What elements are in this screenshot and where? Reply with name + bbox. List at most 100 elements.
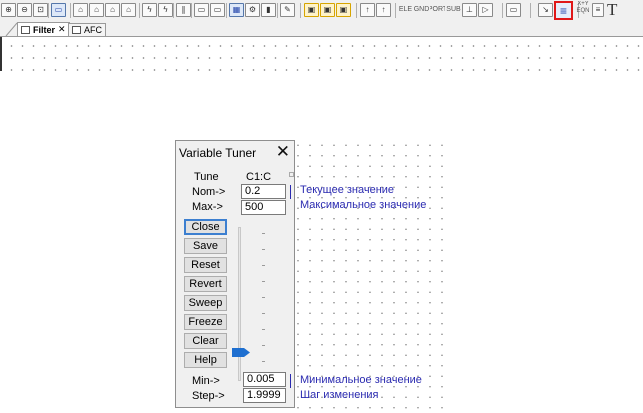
slider-tick	[262, 233, 265, 234]
up-icon[interactable]: ↑	[360, 3, 375, 17]
up-icon-2[interactable]: ↑	[376, 3, 391, 17]
grid-icon[interactable]: ▦	[229, 3, 244, 17]
toolbar-separator	[502, 3, 503, 18]
dialog-title: Variable Tuner	[179, 146, 257, 160]
toolbar-separator	[530, 3, 531, 18]
revert-button[interactable]: Revert	[184, 276, 227, 292]
part-icon[interactable]: ⌂	[73, 3, 88, 17]
step-label: Step->	[192, 390, 225, 402]
tune-icon[interactable]: ✎	[280, 3, 295, 17]
slider-tick	[262, 313, 265, 314]
step-value-field[interactable]: 1.9999	[243, 388, 286, 403]
tune-column-label: Tune	[194, 171, 219, 183]
note-max-value: Максимальное значение	[300, 199, 427, 211]
tuner-slider-thumb[interactable]	[232, 348, 250, 357]
tab-filter[interactable]: Filter ✕	[17, 22, 70, 36]
eqn-label: EQN	[576, 8, 590, 14]
slider-tick	[262, 297, 265, 298]
max-label: Max->	[192, 201, 223, 213]
document-tab-strip: Filter ✕ AFC	[0, 22, 643, 37]
zoom-out-icon[interactable]: ⊖	[17, 3, 32, 17]
measure-icon[interactable]: ▭	[506, 3, 521, 17]
column-grip-icon[interactable]	[289, 172, 294, 177]
nom-label: Nom->	[192, 186, 226, 198]
save-button[interactable]: Save	[184, 238, 227, 254]
toolbar-separator	[300, 3, 301, 18]
note-min-value: Минимальное значение	[300, 374, 422, 386]
schematic-canvas[interactable]	[0, 37, 643, 71]
probe-icon[interactable]: ⊥	[462, 3, 477, 17]
toolbar-separator	[173, 3, 174, 18]
dialog-close-icon[interactable]: ✕	[276, 143, 290, 161]
text-tool-icon[interactable]: T	[607, 1, 617, 19]
min-label: Min->	[192, 375, 220, 387]
tab-corner-decoration	[5, 22, 18, 36]
layout-icon-3[interactable]: ▣	[336, 3, 351, 17]
open-icon[interactable]: ▭	[51, 3, 66, 17]
slider-tick	[262, 265, 265, 266]
slider-tick	[262, 249, 265, 250]
main-toolbar: ⊕⊖⊡▭⌂⌂⌂⌂ϟϟ∥▭▭▦⚙▮✎▣▣▣↑↑ELEGNDPORTSUB⊥▷▭↘X…	[0, 0, 643, 23]
toolbar-separator	[139, 3, 140, 18]
clear-button[interactable]: Clear	[184, 333, 227, 349]
ele-icon[interactable]: ELE	[398, 3, 413, 17]
min-value-field[interactable]: 0.005	[243, 372, 286, 387]
pause-icon[interactable]: ∥	[176, 3, 191, 17]
annotation-bracket	[290, 185, 291, 199]
list-icon[interactable]: ≡	[592, 3, 604, 17]
graph-doc-icon	[72, 26, 81, 34]
layout-icon[interactable]: ▣	[304, 3, 319, 17]
note-current-value: Текущее значение	[300, 184, 395, 196]
slider-tick	[262, 329, 265, 330]
part-icon-2[interactable]: ⌂	[89, 3, 104, 17]
schematic-grid-area[interactable]	[290, 138, 452, 410]
nominal-value-field[interactable]: 0.2	[241, 184, 286, 199]
wire-icon[interactable]: ↘	[538, 3, 553, 17]
variable-name-label: C1:C	[246, 171, 272, 183]
max-value-field[interactable]: 500	[241, 200, 286, 215]
tab-close-icon[interactable]: ✕	[58, 24, 66, 35]
variable-tuner-button[interactable]: ≡	[554, 1, 573, 20]
port-icon[interactable]: PORT	[430, 3, 445, 17]
slider-tick	[262, 361, 265, 362]
toolbar-separator	[277, 3, 278, 18]
close-button[interactable]: Close	[184, 219, 227, 235]
xy-label: X+Y	[577, 1, 589, 7]
part-icon-3[interactable]: ⌂	[105, 3, 120, 17]
equation-icon[interactable]: X+Y EQN	[576, 1, 590, 15]
toolbar-separator	[48, 3, 49, 18]
reset-button[interactable]: Reset	[184, 257, 227, 273]
layout-icon-2[interactable]: ▣	[320, 3, 335, 17]
tab-filter-label: Filter	[33, 24, 56, 35]
window-icon-2[interactable]: ▭	[210, 3, 225, 17]
variable-tuner-dialog: Variable Tuner ✕ Tune C1:C Nom-> 0.2 Max…	[175, 140, 295, 408]
toolbar-separator	[70, 3, 71, 18]
note-step: Шаг изменения	[300, 389, 379, 401]
part-icon-4[interactable]: ⌂	[121, 3, 136, 17]
freeze-button[interactable]: Freeze	[184, 314, 227, 330]
sub-icon[interactable]: SUB	[446, 3, 461, 17]
tab-afc-label: AFC	[84, 25, 102, 35]
tab-afc[interactable]: AFC	[68, 23, 106, 36]
tune-list-icon: ≡	[559, 3, 567, 18]
toolbar-separator	[395, 3, 396, 18]
arrow-icon[interactable]: ▷	[478, 3, 493, 17]
tuner-slider-track[interactable]	[238, 227, 241, 381]
zoom-fit-icon[interactable]: ⊡	[33, 3, 48, 17]
gnd-icon[interactable]: GND	[414, 3, 429, 17]
schematic-left-edge	[0, 37, 2, 71]
sweep-button[interactable]: Sweep	[184, 295, 227, 311]
toolbar-separator	[356, 3, 357, 18]
slider-tick	[262, 345, 265, 346]
network-icon[interactable]: ⚙	[245, 3, 260, 17]
window-icon[interactable]: ▭	[194, 3, 209, 17]
component-icon[interactable]: ▮	[261, 3, 276, 17]
slider-tick	[262, 281, 265, 282]
toolbar-separator	[226, 3, 227, 18]
zoom-in-icon[interactable]: ⊕	[1, 3, 16, 17]
annotation-bracket	[290, 374, 291, 388]
flash-icon[interactable]: ϟ	[142, 3, 157, 17]
schematic-doc-icon	[21, 25, 30, 34]
flash-icon-2[interactable]: ϟ	[158, 3, 173, 17]
help-button[interactable]: Help	[184, 352, 227, 368]
